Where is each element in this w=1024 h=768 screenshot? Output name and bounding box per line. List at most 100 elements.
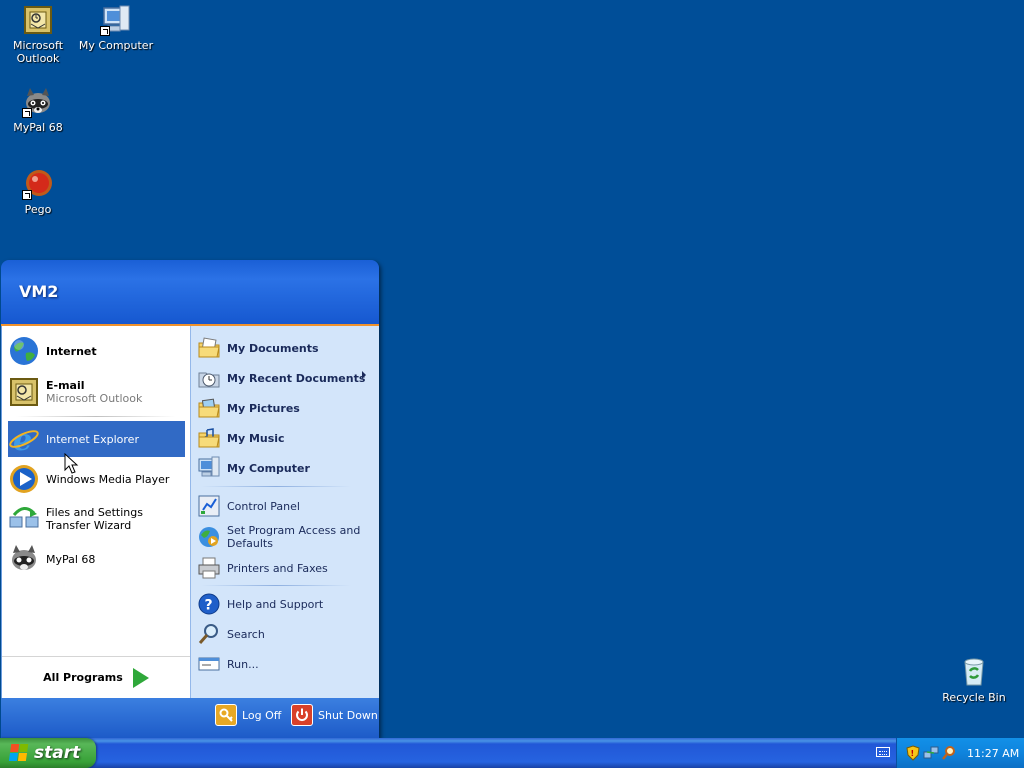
start-menu-right-pane: My Documents My Recent Documents My Pict… [190, 326, 379, 698]
recent-item-internet-explorer[interactable]: e Internet Explorer [8, 421, 185, 458]
folder-icon [197, 336, 221, 360]
start-label: start [34, 743, 81, 763]
place-item-my-documents[interactable]: My Documents [197, 334, 374, 362]
help-icon: ? [197, 592, 221, 616]
help-item-label: Search [227, 627, 265, 641]
recent-item-windows-media-player[interactable]: Windows Media Player [8, 461, 185, 497]
log-off-label: Log Off [242, 708, 282, 722]
power-icon [291, 704, 313, 726]
pinned-item-label: E-mail [46, 379, 85, 392]
all-programs-label: All Programs [43, 671, 123, 684]
printer-icon [197, 556, 221, 580]
recent-docs-icon [197, 366, 221, 390]
place-item-label: My Music [227, 431, 285, 445]
start-menu-body: Internet E-mail Microsoft Outlook e Inte… [1, 326, 379, 698]
recent-item-mypal[interactable]: MyPal 68 [8, 541, 185, 577]
settings-item-printers-faxes[interactable]: Printers and Faxes [197, 554, 374, 582]
shut-down-label: Shut Down [318, 708, 378, 722]
help-item-help-support[interactable]: ? Help and Support [197, 590, 374, 618]
start-menu-left-pane: Internet E-mail Microsoft Outlook e Inte… [1, 326, 190, 698]
shortcut-arrow-icon [100, 26, 110, 36]
log-off-button[interactable]: Log Off [215, 704, 281, 726]
desktop-icon-label: My Computer [78, 39, 154, 52]
help-item-search[interactable]: Search [197, 620, 374, 648]
help-item-run[interactable]: Run... [197, 650, 374, 678]
place-item-my-pictures[interactable]: My Pictures [197, 394, 374, 422]
user-name: VM2 [19, 282, 59, 301]
computer-icon [197, 456, 221, 480]
recent-item-transfer-wizard[interactable]: Files and Settings Transfer Wizard [8, 501, 185, 537]
start-button[interactable]: start [0, 738, 96, 768]
windows-logo-icon [8, 744, 30, 762]
shut-down-button[interactable]: Shut Down [291, 704, 378, 726]
start-menu-header: VM2 [1, 260, 379, 326]
desktop-icon-pego[interactable]: Pego [0, 168, 76, 216]
desktop-icon-recycle-bin[interactable]: Recycle Bin [936, 656, 1012, 704]
place-item-label: My Computer [227, 461, 310, 475]
desktop-icon-label: Pego [24, 203, 52, 216]
place-item-label: My Recent Documents [227, 371, 366, 385]
desktop-icon-my-computer[interactable]: My Computer [78, 4, 154, 52]
settings-item-program-access[interactable]: Set Program Access and Defaults [197, 520, 374, 554]
start-menu-footer: Log Off Shut Down [1, 698, 379, 738]
place-item-my-music[interactable]: My Music [197, 424, 374, 452]
green-arrow-icon [132, 667, 149, 688]
svg-text:!: ! [911, 749, 915, 758]
desktop-icon-label: MyPal 68 [13, 121, 63, 134]
globe-icon [8, 335, 40, 367]
svg-text:?: ? [205, 598, 213, 614]
ie-icon: e [8, 423, 40, 458]
outlook-icon [22, 4, 54, 36]
outlook-icon [8, 376, 40, 408]
security-shield-icon[interactable]: ! [905, 745, 921, 761]
separator [16, 416, 176, 417]
clock[interactable]: 11:27 AM [967, 747, 1019, 760]
separator [201, 585, 351, 586]
control-panel-icon [197, 494, 221, 518]
help-item-label: Help and Support [227, 597, 324, 611]
shortcut-arrow-icon [22, 108, 32, 118]
desktop-icon-label: Recycle Bin [942, 691, 1006, 704]
all-programs-button[interactable]: All Programs [2, 656, 190, 698]
system-tray: ! 11:27 AM [896, 738, 1024, 768]
mouse-cursor-icon [64, 452, 80, 475]
place-item-my-recent-documents[interactable]: My Recent Documents [197, 364, 374, 392]
search-icon [197, 622, 221, 646]
keyboard-icon[interactable] [876, 747, 890, 757]
start-menu: VM2 Internet E-mail Microsoft Outlook e … [1, 260, 379, 738]
separator [201, 486, 351, 487]
computer-icon [100, 4, 132, 36]
raccoon-icon [22, 86, 54, 118]
settings-item-label: Printers and Faxes [227, 561, 328, 575]
network-icon[interactable] [923, 745, 939, 761]
folder-icon [197, 426, 221, 450]
settings-item-label: Control Panel [227, 499, 300, 513]
shortcut-arrow-icon [22, 190, 32, 200]
program-access-icon [197, 525, 221, 549]
place-item-my-computer[interactable]: My Computer [197, 454, 374, 482]
recycle-bin-icon [958, 656, 990, 688]
desktop-icon-label: Microsoft Outlook [12, 39, 64, 65]
recent-item-label: Internet Explorer [46, 432, 139, 446]
pego-icon [22, 168, 54, 200]
settings-item-label: Set Program Access and Defaults [227, 524, 361, 550]
transfer-wizard-icon [8, 503, 40, 535]
recent-item-label: Files and Settings Transfer Wizard [46, 506, 143, 532]
desktop-icon-outlook[interactable]: Microsoft Outlook [0, 4, 76, 65]
search-tray-icon[interactable] [941, 745, 957, 761]
raccoon-icon [8, 543, 40, 575]
settings-item-control-panel[interactable]: Control Panel [197, 492, 374, 520]
pinned-item-email[interactable]: E-mail Microsoft Outlook [8, 372, 185, 412]
recent-item-label: MyPal 68 [46, 552, 96, 566]
folder-icon [197, 396, 221, 420]
pinned-item-internet[interactable]: Internet [8, 334, 185, 368]
taskbar: start ! 11:27 AM [0, 738, 1024, 768]
submenu-arrow-icon [362, 371, 366, 379]
run-icon [197, 652, 221, 676]
place-item-label: My Documents [227, 341, 319, 355]
desktop-icon-mypal[interactable]: MyPal 68 [0, 86, 76, 134]
key-icon [215, 704, 237, 726]
place-item-label: My Pictures [227, 401, 300, 415]
pinned-item-sublabel: Microsoft Outlook [46, 392, 143, 405]
help-item-label: Run... [227, 657, 259, 671]
